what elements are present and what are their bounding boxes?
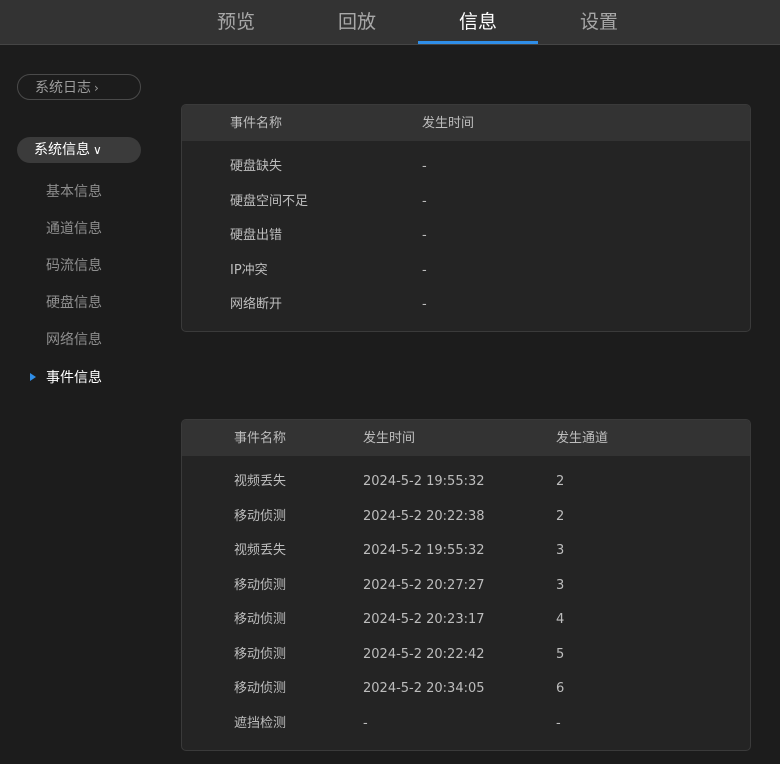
table-cell-time: -: [422, 228, 427, 243]
table-cell-time: 2024-5-2 20:23:17: [363, 612, 485, 627]
table-cell-time: -: [422, 159, 427, 174]
table-cell-time: -: [422, 194, 427, 209]
table-cell-event: 视频丢失: [234, 543, 287, 558]
sidebar-item-basic-info[interactable]: 基本信息: [46, 182, 102, 202]
table-cell-event: 视频丢失: [234, 474, 287, 489]
table-cell-channel: 2: [556, 474, 565, 489]
tab-playback[interactable]: 回放: [297, 0, 417, 44]
table-cell-time: 2024-5-2 20:22:38: [363, 509, 485, 524]
table-cell-channel: 2: [556, 509, 565, 524]
tab-info[interactable]: 信息: [418, 0, 538, 44]
system-event-table: 事件名称 发生时间 硬盘缺失 - 硬盘空间不足 - 硬盘出错 - IP冲突 - …: [181, 104, 751, 332]
table-cell-event: 移动侦测: [234, 612, 287, 627]
table-cell-channel: 4: [556, 612, 565, 627]
table-cell-channel: -: [556, 716, 561, 731]
system-info-label: 系统信息: [34, 142, 90, 158]
column-header-channel: 发生通道: [556, 431, 609, 446]
top-nav: 预览 回放 信息 设置: [0, 0, 780, 45]
sidebar-item-network-info[interactable]: 网络信息: [46, 330, 102, 350]
table-cell-event: 遮挡检测: [234, 716, 287, 731]
channel-event-table: 事件名称 发生时间 发生通道 视频丢失 2024-5-2 19:55:32 2 …: [181, 419, 751, 751]
table-cell-time: -: [422, 297, 427, 312]
active-indicator-icon: [30, 373, 36, 381]
table-cell-channel: 6: [556, 681, 565, 696]
table-cell-time: -: [422, 263, 427, 278]
table-cell-event: 硬盘出错: [230, 228, 283, 243]
system-log-button[interactable]: 系统日志 ›: [17, 74, 141, 100]
table-cell-time: 2024-5-2 20:22:42: [363, 647, 485, 662]
table-cell-time: 2024-5-2 19:55:32: [363, 543, 485, 558]
chevron-right-icon: ›: [94, 81, 99, 95]
table-cell-event: 移动侦测: [234, 681, 287, 696]
sidebar-item-channel-info[interactable]: 通道信息: [46, 219, 102, 239]
chevron-down-icon: ∨: [93, 143, 102, 157]
table-cell-event: 网络断开: [230, 297, 283, 312]
table-cell-event: 移动侦测: [234, 647, 287, 662]
column-header-time: 发生时间: [422, 116, 475, 131]
tab-preview[interactable]: 预览: [176, 0, 296, 44]
table-cell-time: 2024-5-2 20:34:05: [363, 681, 485, 696]
table-cell-time: 2024-5-2 20:27:27: [363, 578, 485, 593]
table-cell-event: 移动侦测: [234, 509, 287, 524]
system-log-label: 系统日志: [35, 80, 91, 96]
system-info-button[interactable]: 系统信息 ∨: [17, 137, 141, 163]
table-cell-event: 硬盘缺失: [230, 159, 283, 174]
column-header-event-name: 事件名称: [234, 431, 287, 446]
table-cell-time: -: [363, 716, 368, 731]
table-cell-event: 硬盘空间不足: [230, 194, 309, 209]
sidebar-item-stream-info[interactable]: 码流信息: [46, 256, 102, 276]
tab-settings[interactable]: 设置: [539, 0, 659, 44]
table-cell-channel: 5: [556, 647, 565, 662]
sidebar-item-event-info[interactable]: 事件信息: [46, 368, 102, 388]
column-header-event-name: 事件名称: [230, 116, 283, 131]
sidebar-item-disk-info[interactable]: 硬盘信息: [46, 293, 102, 313]
table-cell-time: 2024-5-2 19:55:32: [363, 474, 485, 489]
table-cell-channel: 3: [556, 578, 565, 593]
column-header-time: 发生时间: [363, 431, 416, 446]
table-cell-channel: 3: [556, 543, 565, 558]
table-cell-event: 移动侦测: [234, 578, 287, 593]
table-cell-event: IP冲突: [230, 263, 268, 278]
